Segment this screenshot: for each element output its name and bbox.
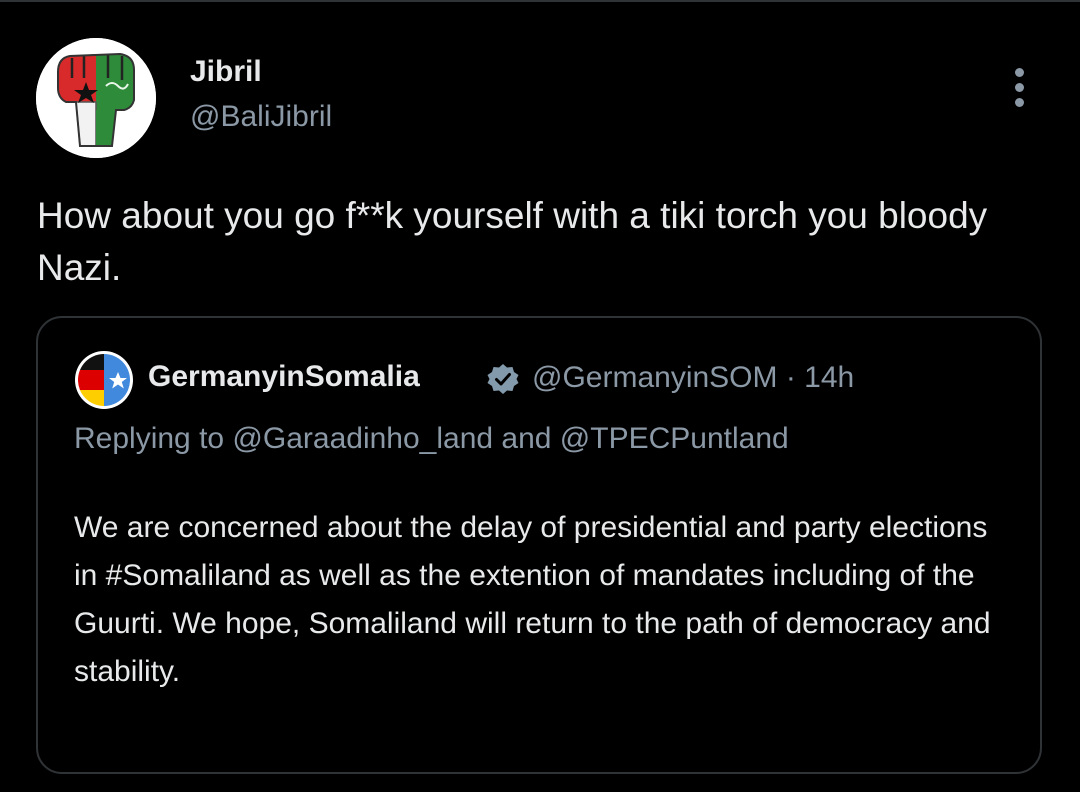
more-options-button[interactable] (1002, 62, 1038, 112)
author-avatar[interactable] (36, 38, 156, 158)
tweet-text: How about you go f**k yourself with a ti… (37, 195, 988, 288)
author-handle[interactable]: @BaliJibril (190, 100, 332, 134)
top-divider (0, 0, 1080, 2)
quoted-tweet-card[interactable]: GermanyinSomalia @GermanyinSOM · 14h Rep… (36, 316, 1042, 774)
raised-fist-flag-icon (36, 38, 156, 158)
quoted-author-avatar[interactable] (74, 350, 134, 410)
replying-to-text: Replying to @Garaadinho_land and @TPECPu… (74, 422, 789, 455)
quoted-display-name[interactable]: GermanyinSomalia (148, 360, 420, 394)
verified-badge-icon (486, 362, 520, 396)
more-dot-icon (1015, 98, 1024, 107)
more-dot-icon (1015, 68, 1024, 77)
quoted-handle-and-time: @GermanyinSOM · 14h (532, 361, 855, 394)
quoted-tweet-text: We are concerned about the delay of pres… (74, 511, 991, 688)
more-dot-icon (1015, 83, 1024, 92)
author-display-name[interactable]: Jibril (190, 55, 262, 89)
germany-somalia-flag-icon (75, 351, 133, 409)
